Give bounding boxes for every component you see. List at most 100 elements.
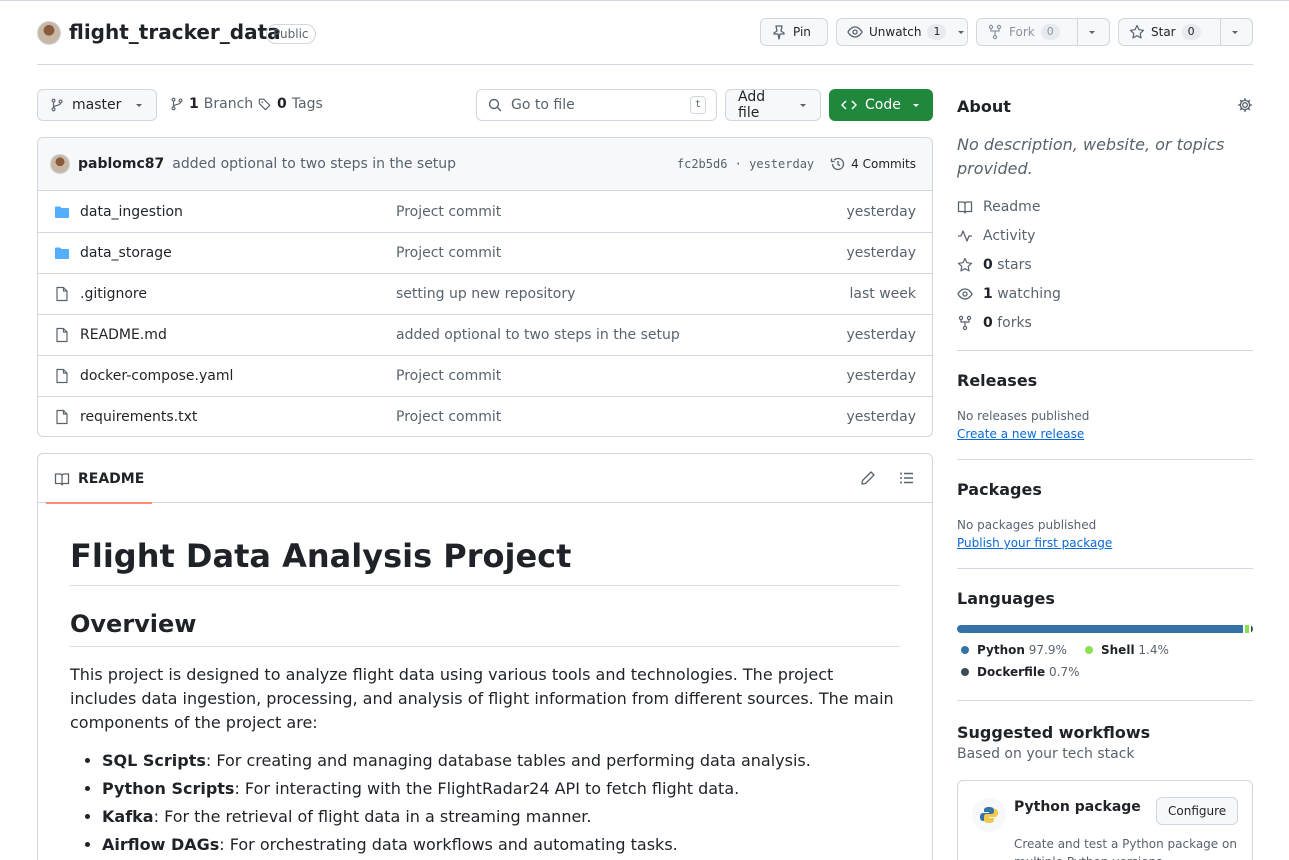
language-bar-segment[interactable] [957, 625, 1243, 633]
file-name[interactable]: data_storage [80, 245, 396, 261]
readme-tab[interactable]: README [46, 454, 153, 504]
stars-link[interactable]: 0 stars [957, 257, 1032, 273]
fork-button[interactable]: Fork 0 [976, 18, 1110, 46]
file-commit-date: yesterday [846, 327, 916, 343]
forks-link[interactable]: 0 forks [957, 315, 1032, 331]
file-name[interactable]: requirements.txt [80, 409, 396, 425]
releases-empty: No releases published [957, 409, 1090, 423]
pin-button[interactable]: Pin [760, 18, 828, 46]
file-commit-message[interactable]: Project commit [396, 368, 846, 384]
language-dockerfile[interactable]: Dockerfile 0.7% [961, 665, 1080, 679]
publish-package-link[interactable]: Publish your first package [957, 536, 1112, 550]
commit-sha-time[interactable]: fc2b5d6 · yesterday [677, 157, 814, 171]
fork-icon [957, 315, 973, 331]
readme-list-item: Python Scripts: For interacting with the… [102, 777, 900, 801]
forks-label: forks [997, 315, 1032, 331]
code-button[interactable]: Code [829, 89, 933, 121]
fork-icon [987, 24, 1003, 40]
language-shell[interactable]: Shell 1.4% [1085, 643, 1169, 657]
star-dropdown[interactable] [1220, 19, 1249, 45]
watch-dropdown[interactable] [952, 19, 974, 45]
go-to-file-search[interactable]: Go to file t [476, 89, 717, 121]
readme-list-item: Kafka: For the retrieval of flight data … [102, 805, 900, 829]
file-row[interactable]: requirements.txt Project commit yesterday [38, 396, 932, 436]
readme-content: Flight Data Analysis Project Overview Th… [38, 537, 932, 857]
edit-pencil-icon[interactable] [860, 470, 876, 486]
about-title: About [957, 97, 1011, 116]
branches-link[interactable]: 1 Branch [170, 96, 253, 112]
language-python[interactable]: Python 97.9% [961, 643, 1067, 657]
language-bar-segment[interactable] [1244, 625, 1249, 633]
commits-link[interactable]: 4 Commits [830, 156, 916, 172]
list-item-term: Kafka [102, 807, 154, 826]
add-file-button[interactable]: Add file [725, 89, 821, 121]
file-row[interactable]: docker-compose.yaml Project commit yesterd… [38, 355, 932, 396]
watching-label: watching [997, 286, 1061, 302]
language-name: Shell [1101, 643, 1135, 657]
readme-header: README [38, 454, 932, 504]
file-row[interactable]: data_storage Project commit yesterday [38, 232, 932, 273]
tags-link[interactable]: 0 Tags [258, 96, 323, 112]
repo-name[interactable]: flight_tracker_data [69, 20, 281, 44]
fork-counter: 0 [1040, 24, 1060, 40]
caret-down-icon [911, 100, 921, 110]
commit-message[interactable]: added optional to two steps in the setup [172, 156, 456, 172]
file-row[interactable]: data_ingestion Project commit yesterday [38, 191, 932, 232]
commit-author-avatar[interactable] [50, 154, 70, 174]
add-file-label: Add file [738, 89, 766, 121]
file-name[interactable]: README.md [80, 327, 396, 343]
branch-select[interactable]: master [37, 89, 157, 121]
eye-icon [957, 286, 973, 302]
gear-icon[interactable] [1237, 97, 1253, 113]
top-border [0, 0, 1289, 1]
star-button[interactable]: Star 0 [1118, 18, 1253, 46]
code-icon [841, 97, 857, 113]
caret-down-icon [1087, 27, 1097, 37]
header-divider [37, 64, 1253, 65]
file-commit-message[interactable]: setting up new repository [396, 286, 850, 302]
sidebar-divider [957, 459, 1253, 460]
sidebar-divider [957, 350, 1253, 351]
file-row[interactable]: .gitignore setting up new repository last … [38, 273, 932, 314]
file-commit-date: yesterday [846, 368, 916, 384]
configure-button[interactable]: Configure [1156, 797, 1239, 825]
file-icon [54, 409, 70, 425]
list-item-description: : For interacting with the FlightRadar24… [234, 779, 740, 798]
language-bar-segment[interactable] [1250, 625, 1253, 633]
branches-count: 1 [189, 96, 199, 112]
star-icon [1129, 24, 1145, 40]
file-commit-message[interactable]: added optional to two steps in the setup [396, 327, 846, 343]
caret-down-icon [798, 100, 808, 110]
file-icon [54, 368, 70, 384]
file-commit-date: yesterday [846, 203, 916, 220]
commit-author[interactable]: pablomc87 [78, 156, 164, 172]
list-item-term: SQL Scripts [102, 751, 206, 770]
pin-label: Pin [793, 25, 811, 39]
owner-avatar[interactable] [37, 21, 61, 45]
file-commit-message[interactable]: Project commit [396, 245, 846, 261]
readme-link[interactable]: Readme [957, 199, 1040, 215]
code-label: Code [865, 97, 901, 113]
book-icon [54, 471, 70, 487]
activity-link[interactable]: Activity [957, 228, 1035, 244]
commits-count: 4 Commits [851, 157, 916, 171]
watching-link[interactable]: 1 watching [957, 286, 1061, 302]
list-item-term: Python Scripts [102, 779, 235, 798]
outline-list-icon[interactable] [899, 470, 915, 486]
workflow-name: Python package [1014, 799, 1141, 815]
python-logo-icon [972, 798, 1006, 832]
file-name[interactable]: .gitignore [80, 286, 396, 302]
unwatch-button[interactable]: Unwatch 1 [836, 18, 968, 46]
file-row[interactable]: README.md added optional to two steps in … [38, 314, 932, 355]
fork-label: Fork [1009, 25, 1035, 39]
file-name[interactable]: docker-compose.yaml [80, 368, 396, 384]
file-commit-message[interactable]: Project commit [396, 409, 846, 425]
file-name[interactable]: data_ingestion [80, 204, 396, 220]
releases-title[interactable]: Releases [957, 371, 1037, 390]
readme-list-item: Airflow DAGs: For orchestrating data wor… [102, 833, 900, 857]
packages-title[interactable]: Packages [957, 480, 1042, 499]
create-release-link[interactable]: Create a new release [957, 427, 1084, 441]
language-name: Python [977, 643, 1025, 657]
fork-dropdown[interactable] [1077, 19, 1106, 45]
file-commit-message[interactable]: Project commit [396, 204, 846, 220]
